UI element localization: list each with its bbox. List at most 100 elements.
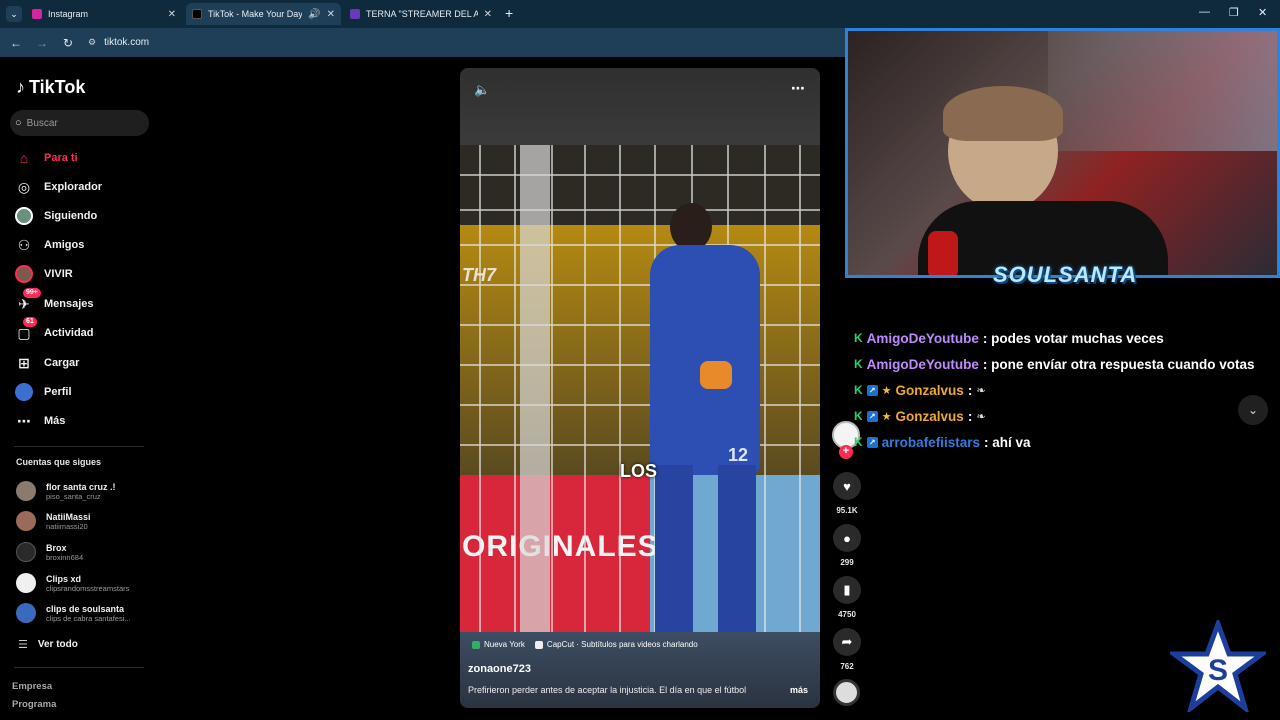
volume-icon[interactable]: 🔈 <box>474 82 490 98</box>
profile-icon <box>14 382 34 402</box>
window-close-icon[interactable]: ✕ <box>1258 6 1267 19</box>
nav-cargar[interactable]: ⊞ Cargar <box>14 352 79 374</box>
share-action[interactable]: ➦ 762 <box>831 628 863 671</box>
save-action[interactable]: ▮ 4750 <box>831 576 863 619</box>
nav-label: Perfil <box>44 386 72 398</box>
nav-perfil[interactable]: Perfil <box>14 381 72 403</box>
scroll-down-button[interactable]: ⌄ <box>1238 395 1268 425</box>
chat-username: AmigoDeYoutube <box>866 356 979 372</box>
chevron-down-icon: ⌄ <box>1247 403 1259 417</box>
following-account[interactable]: clips de soulsanta clips de cabra santafe… <box>16 603 131 623</box>
more-link[interactable]: más <box>790 685 808 695</box>
maximize-icon[interactable]: ❐ <box>1229 6 1239 19</box>
close-icon[interactable]: ✕ <box>484 9 492 20</box>
player-jersey <box>650 245 760 475</box>
chat-message: K AmigoDeYoutube : podes votar muchas ve… <box>854 329 1164 347</box>
friends-icon: ⚇ <box>17 236 31 253</box>
activity-badge: 61 <box>23 317 37 327</box>
music-disc[interactable] <box>833 679 860 706</box>
nav-label: Siguiendo <box>44 210 98 222</box>
more-options-icon[interactable]: ⋯ <box>791 80 805 97</box>
activity-icon: ▢ 61 <box>14 317 37 343</box>
nav-label: VIVIR <box>44 268 73 280</box>
close-icon[interactable]: ✕ <box>168 9 176 20</box>
footer-link-programa[interactable]: Programa <box>12 699 56 710</box>
account-handle: piso_santa_cruz <box>46 491 101 501</box>
location-tag[interactable]: Nueva York <box>472 640 525 649</box>
forward-icon[interactable]: → <box>36 36 48 50</box>
minimize-icon[interactable]: — <box>1199 6 1210 18</box>
search-input[interactable]: ○ Buscar <box>10 110 149 136</box>
account-handle: broxinn684 <box>46 552 84 562</box>
video-username[interactable]: zonaone723 <box>468 663 531 675</box>
logo-text: TikTok <box>29 77 86 97</box>
form-icon <box>350 9 360 19</box>
following-account[interactable]: NatiiMassi natiimassi20 <box>16 511 91 531</box>
account-name: flor santa cruz .! <box>46 481 116 492</box>
close-icon[interactable]: ✕ <box>327 9 335 20</box>
url-field[interactable]: ⚙ tiktok.com <box>88 37 149 48</box>
tab-list-button[interactable]: ⌄ <box>6 6 22 22</box>
site-info-icon[interactable]: ⚙ <box>88 37 96 48</box>
video-tags: Nueva York CapCut · Subtítulos para vide… <box>472 640 698 649</box>
share-icon: ➦ <box>833 628 861 656</box>
nav-label: Amigos <box>44 239 85 251</box>
star-badge-icon: ★ <box>881 384 892 397</box>
avatar <box>16 573 36 593</box>
star-badge-icon: ★ <box>881 410 892 423</box>
nav-siguiendo[interactable]: Siguiendo <box>14 205 97 227</box>
tiktok-logo[interactable]: ♪ TikTok <box>16 77 85 98</box>
tab-tiktok[interactable]: TikTok - Make Your Day 🔊 ✕ <box>186 3 341 25</box>
save-count: 4750 <box>838 610 856 619</box>
live-icon <box>14 264 34 284</box>
nav-para-ti[interactable]: ⌂ Para ti <box>14 147 78 169</box>
chat-username: Gonzalvus <box>895 382 964 398</box>
following-account[interactable]: Clips xd clipsrandomsstreamstars <box>16 573 129 593</box>
chat-username: arrobafefiistars <box>881 434 980 450</box>
back-icon[interactable]: ← <box>10 36 22 50</box>
tag-label: Nueva York <box>484 640 525 649</box>
video-top-bar <box>460 68 820 145</box>
speaker-icon[interactable]: 🔊 <box>308 9 320 20</box>
following-account[interactable]: flor santa cruz .! piso_santa_cruz <box>16 481 116 501</box>
following-account[interactable]: Brox broxinn684 <box>16 542 83 562</box>
comment-action[interactable]: ● 299 <box>831 524 863 567</box>
new-tab-button[interactable]: + <box>505 5 513 21</box>
subscriber-badge-icon: ↗ <box>866 436 878 448</box>
video-player[interactable]: 🔈 ⋯ TH7 ORIGINALES 12 LOS Nueva York Cap… <box>460 68 820 708</box>
avatar <box>16 511 36 531</box>
tiktok-icon <box>192 9 202 19</box>
reload-icon[interactable]: ↻ <box>62 36 74 50</box>
kick-badge-icon: K <box>854 409 863 423</box>
tab-instagram[interactable]: Instagram ✕ <box>26 3 182 25</box>
tiktok-note-icon: ♪ <box>16 77 25 97</box>
nav-label: Explorador <box>44 181 103 193</box>
nav-label: Actividad <box>44 327 94 339</box>
tab-form[interactable]: TERNA "STREAMER DEL AÑO" ✕ <box>344 3 498 25</box>
like-action[interactable]: ♥ 95.1K <box>831 472 863 515</box>
account-name: Clips xd <box>46 573 82 584</box>
nav-amigos[interactable]: ⚇ Amigos <box>14 234 85 256</box>
url-text: tiktok.com <box>104 37 150 48</box>
see-all-link[interactable]: ☰ Ver todo <box>18 633 78 655</box>
footer-link-empresa[interactable]: Empresa <box>12 681 52 692</box>
nav-mensajes[interactable]: ✈ 99+ Mensajes <box>14 288 94 315</box>
nav-mas[interactable]: ⋯ Más <box>14 410 65 432</box>
capcut-tag[interactable]: CapCut · Subtítulos para videos charland… <box>534 640 698 649</box>
video-frame: TH7 ORIGINALES 12 <box>460 145 820 632</box>
nav-vivir[interactable]: VIVIR <box>14 263 73 285</box>
follow-plus-button[interactable]: + <box>839 445 853 459</box>
chat-message: K ↗ ★ Gonzalvus : ❧ <box>854 407 986 425</box>
tag-label: CapCut · Subtítulos para videos charland… <box>546 640 698 649</box>
nav-label: Más <box>44 415 66 427</box>
nav-explorador[interactable]: ◎ Explorador <box>14 176 102 198</box>
chat-username: AmigoDeYoutube <box>866 330 979 346</box>
jersey-number: 12 <box>728 445 749 465</box>
player-head <box>670 203 712 251</box>
home-icon: ⌂ <box>19 150 29 166</box>
kick-badge-icon: K <box>854 435 863 449</box>
compass-icon: ◎ <box>17 178 31 195</box>
divider <box>14 667 144 668</box>
nav-actividad[interactable]: ▢ 61 Actividad <box>14 317 94 344</box>
emote-icon: ❧ <box>976 410 986 423</box>
